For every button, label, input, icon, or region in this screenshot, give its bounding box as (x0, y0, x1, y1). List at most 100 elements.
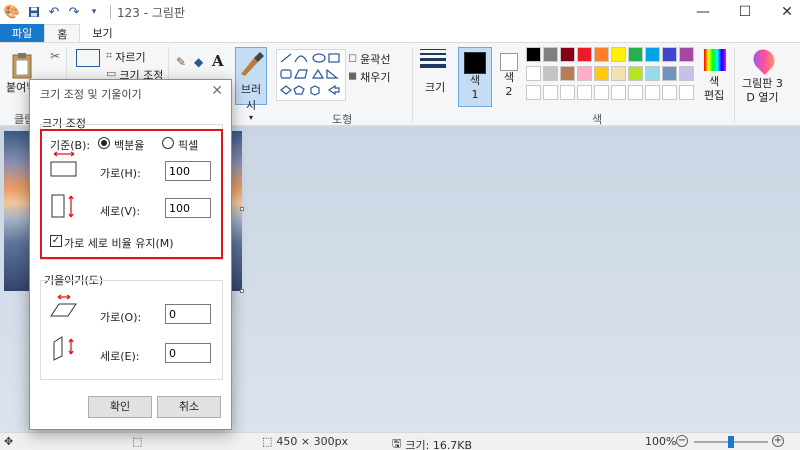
tab-view[interactable]: 보기 (80, 24, 124, 42)
palette-swatch[interactable] (526, 66, 541, 81)
ribbon-tabs: 파일 홈 보기 (0, 24, 800, 42)
pixel-label[interactable]: 픽셀 (178, 137, 198, 153)
tab-home[interactable]: 홈 (44, 24, 81, 42)
horizontal-skew-icon (50, 294, 77, 317)
shapes-gallery[interactable] (276, 49, 346, 101)
ribbon-separator (412, 47, 413, 123)
horizontal-input[interactable] (165, 161, 211, 181)
fill-icon: ◼ (348, 69, 358, 82)
fill-button[interactable]: ◼ 채우기 (348, 69, 391, 85)
palette-empty-swatch[interactable] (679, 85, 694, 100)
cursor-position-icon: ✥ (4, 435, 14, 448)
palette-swatch[interactable] (577, 47, 592, 62)
crop-button[interactable]: ⌗ 자르기 (106, 49, 146, 65)
colors-group-label: 색 (592, 113, 603, 126)
palette-empty-swatch[interactable] (611, 85, 626, 100)
color2-button[interactable]: 색 2 (496, 47, 522, 107)
text-tool-icon[interactable]: A (212, 52, 224, 70)
palette-swatch[interactable] (526, 47, 541, 62)
vertical-input[interactable] (165, 198, 211, 218)
zoom-out-button[interactable]: − (676, 435, 688, 447)
dialog-close-button[interactable]: ✕ (211, 83, 223, 99)
dialog-title: 크기 조정 및 기울이기 (40, 88, 142, 101)
pixel-radio[interactable] (162, 137, 174, 149)
vertical-label: 세로(V): (100, 205, 141, 218)
palette-swatch[interactable] (543, 66, 558, 81)
brush-button[interactable]: 브러시 ▾ (235, 47, 267, 122)
redo-icon[interactable]: ↷ (64, 2, 84, 22)
palette-swatch[interactable] (662, 47, 677, 62)
palette-empty-swatch[interactable] (594, 85, 609, 100)
palette-empty-swatch[interactable] (662, 85, 677, 100)
skew-horizontal-label: 가로(O): (100, 311, 142, 324)
edit-colors-icon[interactable] (704, 49, 726, 71)
percent-radio[interactable] (98, 137, 110, 149)
cancel-button[interactable]: 취소 (157, 396, 221, 418)
palette-swatch[interactable] (611, 47, 626, 62)
palette-empty-swatch[interactable] (645, 85, 660, 100)
brush-icon (241, 52, 264, 76)
paint3d-icon[interactable] (749, 45, 779, 75)
ok-button[interactable]: 확인 (88, 396, 152, 418)
palette-swatch[interactable] (594, 47, 609, 62)
outline-icon: ◻ (348, 51, 358, 64)
palette-swatch[interactable] (594, 66, 609, 81)
size-button[interactable]: 크기 (425, 79, 445, 95)
outline-button[interactable]: ◻ 윤곽선 (348, 51, 391, 67)
customize-quick-access-icon[interactable]: ▾ (84, 2, 104, 22)
file-size: 🖫 크기: 16.7KB (392, 435, 472, 450)
title-separator (110, 5, 111, 19)
title-bar: 🎨 ↶ ↷ ▾ 123 - 그림판 — ☐ ✕ (0, 0, 800, 24)
palette-swatch[interactable] (645, 47, 660, 62)
open-paint3d-button[interactable]: 그림판 3 D 열기 (742, 77, 783, 105)
resize-skew-dialog: 크기 조정 및 기울이기 ✕ 크기 조정 기준(B): 백분율 픽셀 가로(H)… (29, 79, 232, 430)
resize-handle-right[interactable] (240, 207, 244, 211)
vertical-resize-icon (51, 194, 74, 218)
save-icon[interactable] (24, 2, 44, 22)
undo-icon[interactable]: ↶ (44, 2, 64, 22)
palette-swatch[interactable] (628, 47, 643, 62)
palette-empty-swatch[interactable] (577, 85, 592, 100)
palette-empty-swatch[interactable] (543, 85, 558, 100)
palette-swatch[interactable] (560, 47, 575, 62)
keep-ratio-checkbox[interactable]: ✓ (50, 235, 62, 247)
paint-app-icon[interactable]: 🎨 (0, 2, 24, 22)
skew-horizontal-input[interactable] (165, 304, 211, 324)
palette-empty-swatch[interactable] (526, 85, 541, 100)
edit-colors-button[interactable]: 색 편집 (704, 75, 724, 103)
palette-swatch[interactable] (628, 66, 643, 81)
palette-empty-swatch[interactable] (628, 85, 643, 100)
color1-button[interactable]: 색 1 (458, 47, 492, 107)
fill-bucket-icon[interactable]: ◆ (194, 55, 203, 69)
palette-swatch[interactable] (679, 66, 694, 81)
palette-swatch[interactable] (645, 66, 660, 81)
status-bar: ✥ ⬚ ⬚ 450 × 300px 🖫 크기: 16.7KB 100% − + (0, 432, 800, 450)
tab-file[interactable]: 파일 (0, 24, 45, 42)
palette-swatch[interactable] (543, 47, 558, 62)
palette-swatch[interactable] (560, 66, 575, 81)
crop-icon: ⌗ (106, 49, 113, 62)
size-lines-icon[interactable] (420, 49, 446, 68)
cut-icon[interactable]: ✂ (50, 49, 60, 63)
palette-empty-swatch[interactable] (560, 85, 575, 100)
clipboard-paste-icon[interactable] (10, 51, 36, 81)
horizontal-resize-icon (50, 151, 77, 177)
palette-swatch[interactable] (577, 66, 592, 81)
close-button[interactable]: ✕ (764, 0, 800, 24)
palette-swatch[interactable] (662, 66, 677, 81)
zoom-slider-thumb[interactable] (728, 436, 734, 448)
keep-ratio-label[interactable]: 가로 세로 비율 유지(M) (64, 235, 174, 251)
percent-label[interactable]: 백분율 (114, 137, 144, 153)
select-icon[interactable] (76, 49, 100, 67)
resize-handle-corner[interactable] (240, 289, 244, 293)
palette-swatch[interactable] (679, 47, 694, 62)
minimize-button[interactable]: — (680, 0, 726, 24)
zoom-in-button[interactable]: + (772, 435, 784, 447)
skew-vertical-input[interactable] (165, 343, 211, 363)
shapes-icons (280, 53, 340, 96)
image-dimensions: ⬚ 450 × 300px (262, 435, 349, 448)
save-icon: 🖫 (392, 437, 402, 450)
palette-swatch[interactable] (611, 66, 626, 81)
pencil-icon[interactable]: ✎ (176, 55, 186, 69)
maximize-button[interactable]: ☐ (722, 0, 768, 24)
